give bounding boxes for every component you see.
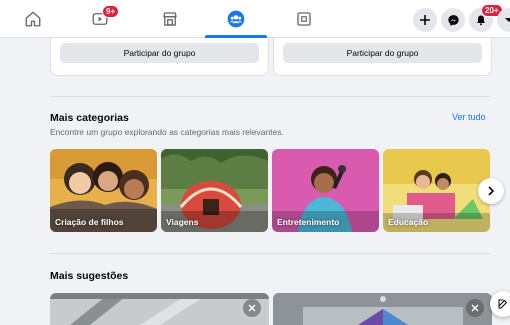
home-icon [25, 11, 41, 27]
carousel-next-button[interactable] [478, 178, 504, 204]
suggestion-image [50, 293, 269, 325]
category-label: Entretenimento [277, 217, 340, 227]
new-message-button[interactable] [490, 291, 510, 317]
close-icon [248, 304, 256, 312]
category-tile-entertainment[interactable]: Entretenimento [272, 149, 379, 232]
plus-icon [420, 15, 430, 25]
join-group-button[interactable]: Participar do grupo [60, 43, 259, 63]
group-card: Participar do grupo [50, 38, 269, 76]
suggestion-card[interactable] [50, 293, 269, 325]
marketplace-icon [163, 12, 177, 26]
join-group-button[interactable]: Participar do grupo [283, 43, 482, 63]
nav-home[interactable] [18, 0, 48, 38]
category-tile-education[interactable]: Educação [383, 149, 490, 232]
suggestion-card[interactable] [273, 293, 492, 325]
category-tile-travel[interactable]: Viagens [161, 149, 268, 232]
suggestion-image [273, 293, 492, 325]
categories-title: Mais categorias [50, 112, 129, 124]
compose-icon [498, 299, 508, 309]
category-label: Viagens [166, 217, 199, 227]
category-tile-parenting[interactable]: Criação de filhos [50, 149, 157, 232]
category-label: Criação de filhos [55, 217, 124, 227]
messenger-icon [447, 14, 459, 26]
messenger-button[interactable] [441, 8, 465, 32]
groups-icon [227, 10, 245, 28]
categories-subtitle: Encontre um grupo explorando as categori… [50, 127, 284, 137]
nav-marketplace[interactable] [155, 0, 185, 38]
section-divider [50, 96, 490, 97]
group-card: Participar do grupo [273, 38, 492, 76]
close-icon [471, 304, 479, 312]
create-button[interactable] [413, 8, 437, 32]
see-all-link[interactable]: Ver tudo [452, 112, 486, 122]
suggestions-title: Mais sugestões [50, 270, 129, 282]
top-navigation-bar: 9+ 20+ [0, 0, 510, 38]
account-menu-button[interactable] [497, 8, 510, 32]
nav-watch[interactable]: 9+ [82, 0, 120, 38]
chevron-right-icon [488, 186, 495, 196]
dismiss-suggestion-button[interactable] [466, 299, 484, 317]
nav-groups[interactable] [221, 0, 251, 38]
nav-gaming[interactable] [289, 0, 319, 38]
category-label: Educação [388, 217, 429, 227]
watch-badge: 9+ [102, 5, 120, 18]
dismiss-suggestion-button[interactable] [243, 299, 261, 317]
section-divider [50, 253, 490, 254]
caret-down-icon [505, 18, 510, 22]
gaming-icon [297, 12, 311, 26]
